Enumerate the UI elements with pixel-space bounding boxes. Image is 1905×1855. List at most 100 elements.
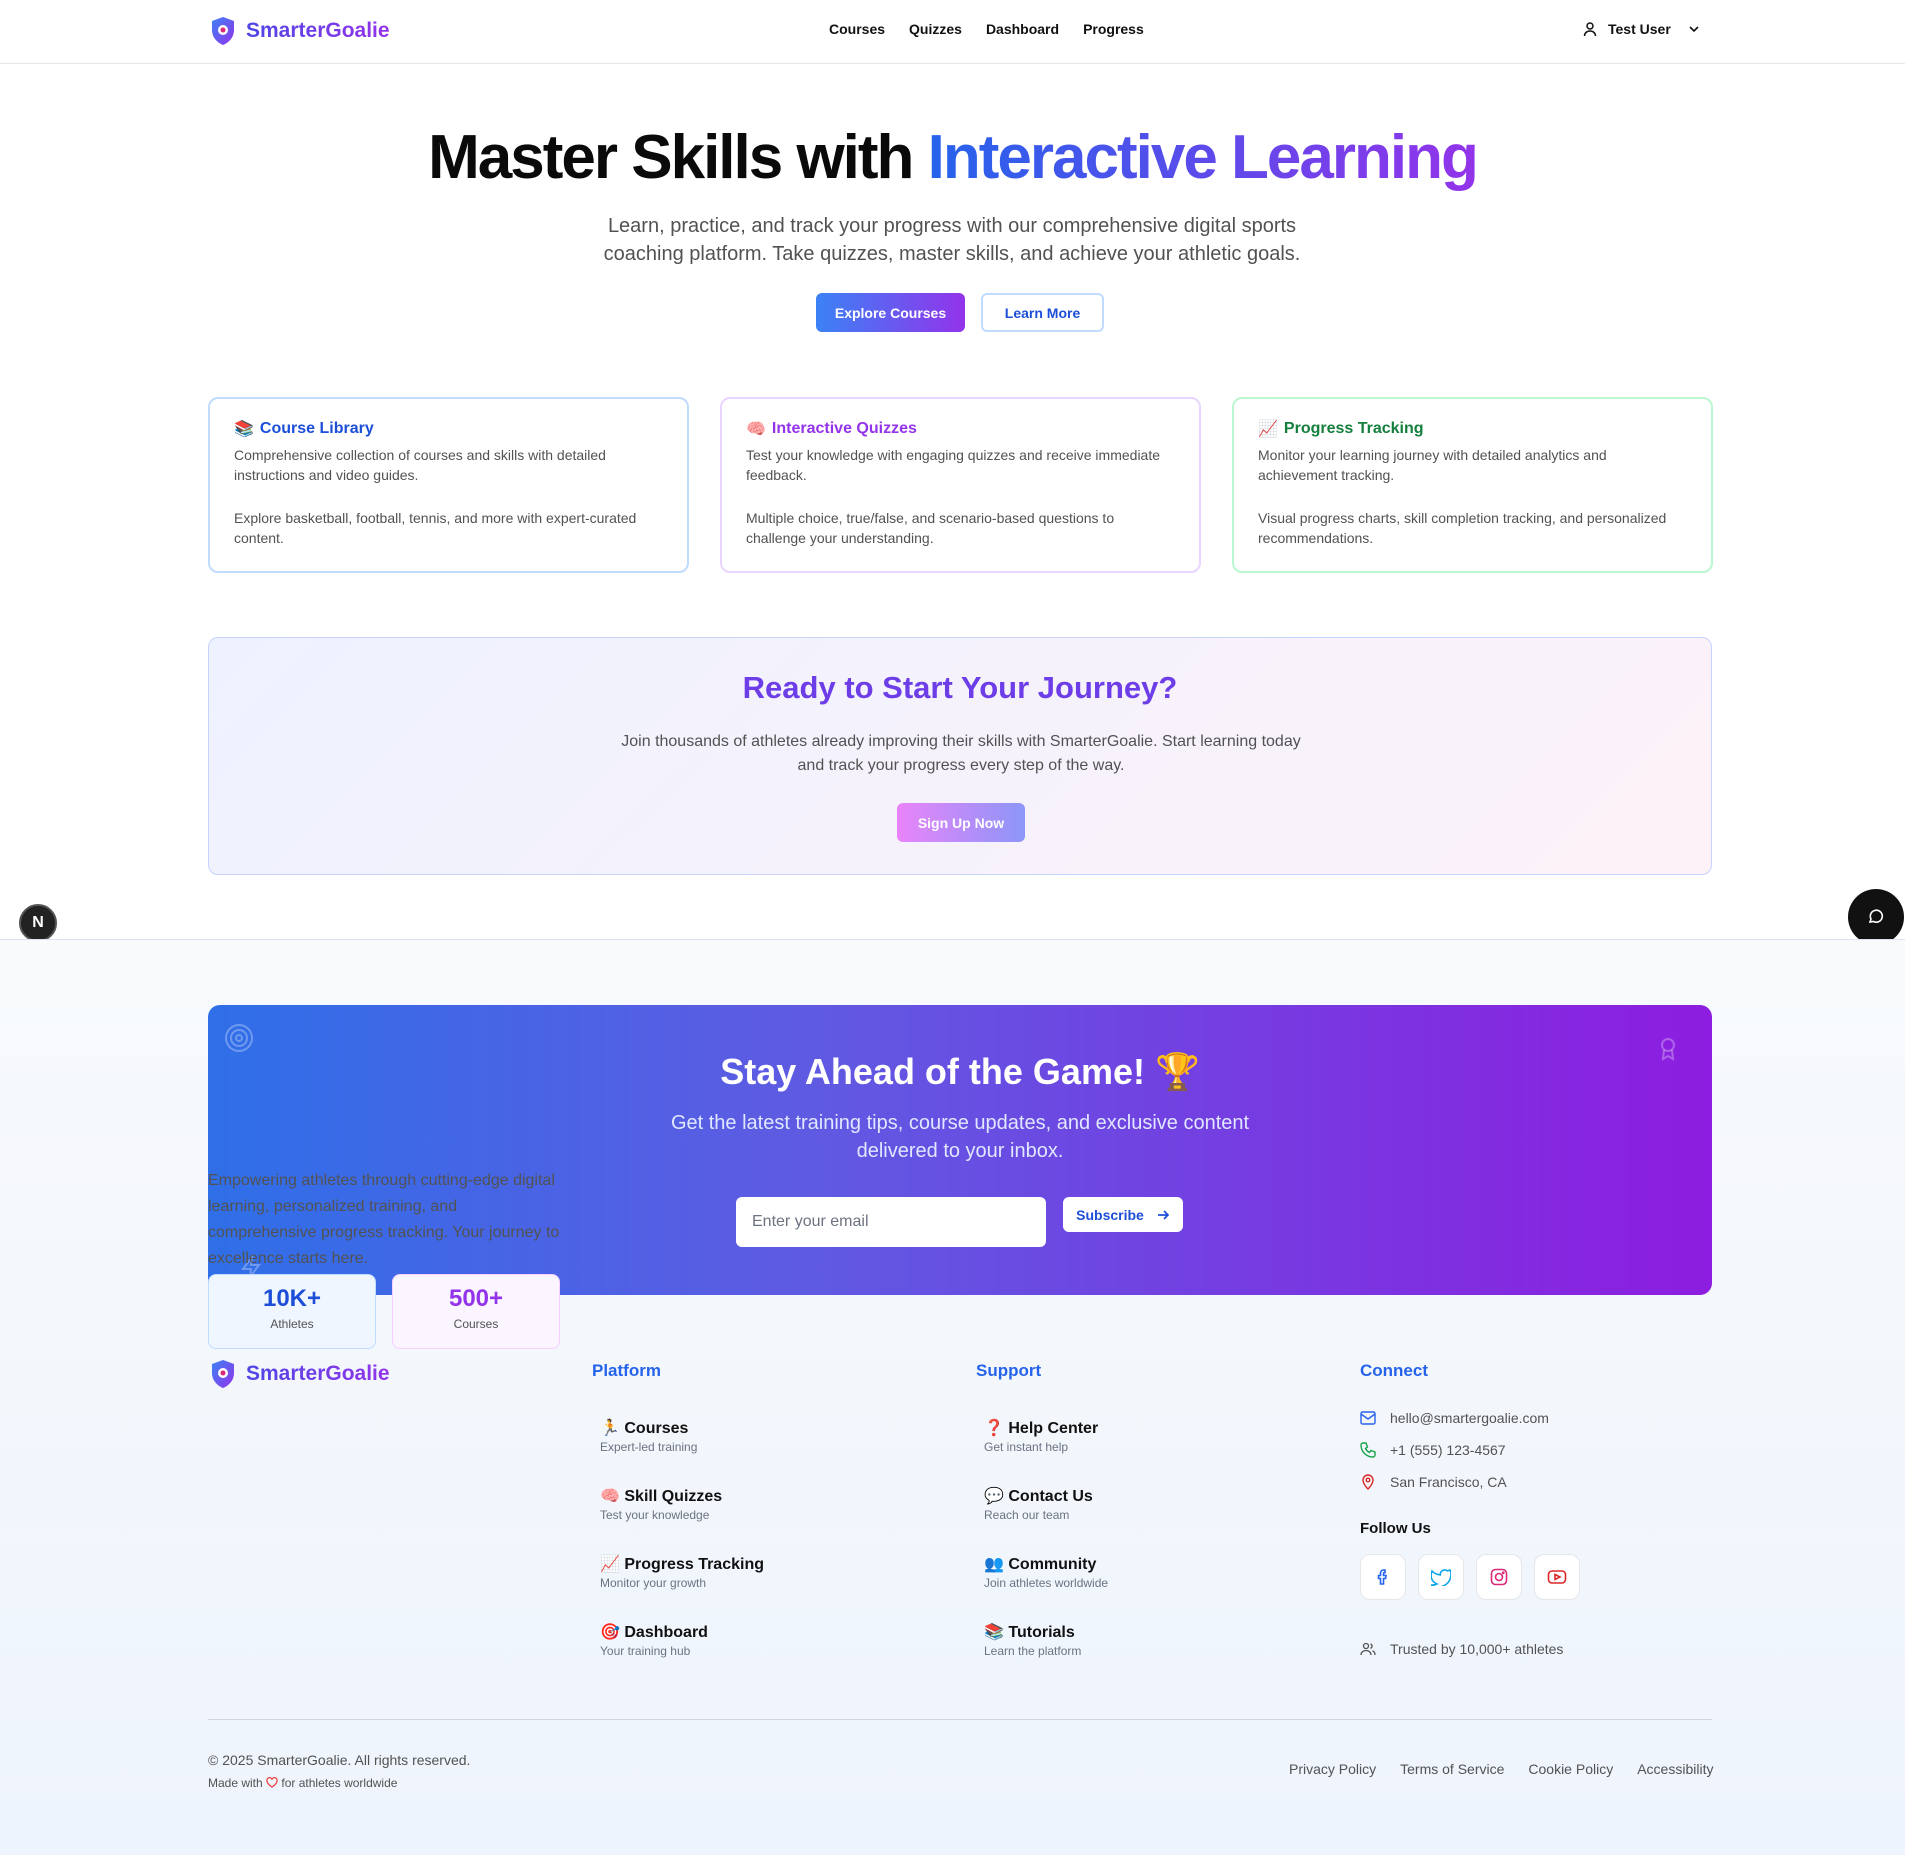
subscribe-button[interactable]: Subscribe [1063,1197,1183,1232]
user-menu[interactable]: Test User [1582,21,1701,37]
sign-up-button[interactable]: Sign Up Now [897,803,1025,842]
instagram-link[interactable] [1476,1554,1522,1600]
connect-heading: Connect [1360,1361,1428,1380]
brand-logo[interactable]: SmarterGoalie [210,16,390,46]
follow-us-heading: Follow Us [1360,1520,1431,1537]
footer-link-emoji: 🧠 [600,1488,620,1505]
contact-phone[interactable]: +1 (555) 123-4567 [1360,1442,1506,1458]
email-input[interactable] [736,1197,1046,1247]
accessibility-link[interactable]: Accessibility [1637,1761,1713,1777]
instagram-icon [1490,1568,1508,1586]
nav-quizzes[interactable]: Quizzes [909,21,962,37]
footer-link-label: Contact Us [1008,1488,1093,1505]
stat-value: 500+ [448,1285,504,1312]
mail-icon [1360,1411,1376,1425]
footer-link-emoji: 🏃 [600,1420,620,1437]
users-icon [1360,1642,1376,1656]
facebook-link[interactable] [1360,1554,1406,1600]
footer-brand-logo[interactable]: SmarterGoalie [210,1359,390,1389]
footer-link-courses[interactable]: 🏃 Courses Expert-led training [600,1418,697,1454]
facebook-icon [1377,1569,1387,1585]
twitter-link[interactable] [1418,1554,1464,1600]
footer-link-label: Skill Quizzes [624,1488,723,1505]
made-with-love: Made with for athletes worldwide [208,1776,397,1790]
footer-link-sub: Test your knowledge [600,1508,710,1522]
feature-emoji: 📚 [234,421,254,438]
footer-link-label: Progress Tracking [624,1556,764,1573]
footer-brand-name: SmarterGoalie [246,1362,390,1385]
footer-link-emoji: 💬 [984,1488,1004,1505]
footer-link-title: 🎯 Dashboard [600,1622,708,1642]
user-icon [1583,22,1597,37]
nav-progress[interactable]: Progress [1083,21,1144,37]
feature-emoji: 📈 [1258,421,1278,438]
footer-link-community[interactable]: 👥 Community Join athletes worldwide [984,1554,1108,1590]
chat-button[interactable] [1848,889,1904,945]
chevron-down-icon [1689,26,1699,33]
footer-link-dashboard[interactable]: 🎯 Dashboard Your training hub [600,1622,708,1658]
stat-athletes: 10K+ Athletes [208,1274,376,1349]
support-heading: Support [976,1361,1042,1380]
footer-link-label: Courses [624,1420,689,1437]
footer-divider [208,1719,1712,1720]
terms-of-service-link[interactable]: Terms of Service [1400,1761,1504,1777]
footer-link-skill-quizzes[interactable]: 🧠 Skill Quizzes Test your knowledge [600,1486,722,1522]
footer-link-contact-us[interactable]: 💬 Contact Us Reach our team [984,1486,1093,1522]
brand-name: SmarterGoalie [246,19,390,42]
feature-card-desc: Monitor your learning journey with detai… [1258,447,1607,483]
site-footer: Stay Ahead of the Game! 🏆 Get the latest… [0,939,1905,1855]
feature-card[interactable]: 📈 Progress Tracking Monitor your learning … [1232,397,1713,573]
journey-cta: Ready to Start Your Journey? Join thousa… [208,637,1712,875]
dev-tools-badge[interactable]: N [19,904,57,942]
feature-card-detail: Multiple choice, true/false, and scenari… [746,510,1115,546]
arrow-right-icon [1157,1209,1170,1220]
made-with-post: for athletes worldwide [281,1776,398,1790]
footer-link-title: 📚 Tutorials [984,1622,1081,1642]
feature-card[interactable]: 🧠 Interactive Quizzes Test your knowledge … [720,397,1201,573]
privacy-policy-link[interactable]: Privacy Policy [1289,1761,1376,1777]
explore-courses-button[interactable]: Explore Courses [816,293,965,332]
feature-card-title: 🧠 Interactive Quizzes [746,419,1175,439]
feature-card-title: 📈 Progress Tracking [1258,419,1687,439]
footer-link-title: 📈 Progress Tracking [600,1554,764,1574]
feature-card-desc: Test your knowledge with engaging quizze… [746,447,1161,483]
feature-title-text: Course Library [259,420,374,437]
cookie-policy-link[interactable]: Cookie Policy [1528,1761,1613,1777]
footer-link-label: Community [1008,1556,1097,1573]
feature-card-desc: Comprehensive collection of courses and … [234,447,606,483]
chat-icon [1868,909,1884,923]
youtube-icon [1547,1570,1567,1584]
footer-link-emoji: 📚 [984,1624,1004,1641]
feature-emoji: 🧠 [746,421,766,438]
stat-value: 10K+ [262,1285,322,1312]
footer-link-help-center[interactable]: ❓ Help Center Get instant help [984,1418,1098,1454]
hero-subtitle: Learn, practice, and track your progress… [603,215,1301,265]
target-icon [225,1024,253,1052]
nav-courses[interactable]: Courses [829,21,885,37]
footer-link-title: 🏃 Courses [600,1418,697,1438]
legal-links: Privacy Policy Terms of Service Cookie P… [1289,1761,1713,1777]
footer-link-sub: Learn the platform [984,1644,1082,1658]
trusted-text: Trusted by 10,000+ athletes [1390,1641,1564,1657]
feature-card[interactable]: 📚 Course Library Comprehensive collection … [208,397,689,573]
copyright: © 2025 SmarterGoalie. All rights reserve… [208,1752,471,1768]
main-nav: Courses Quizzes Dashboard Progress [829,21,1144,37]
stat-label: Courses [453,1317,499,1331]
journey-title: Ready to Start Your Journey? [742,670,1178,705]
newsletter-text: Get the latest training tips, course upd… [670,1112,1250,1162]
stat-courses: 500+ Courses [392,1274,560,1349]
footer-link-title: ❓ Help Center [984,1418,1098,1438]
contact-location-text: San Francisco, CA [1390,1474,1507,1490]
footer-link-tutorials[interactable]: 📚 Tutorials Learn the platform [984,1622,1081,1658]
footer-link-title: 🧠 Skill Quizzes [600,1486,722,1506]
phone-icon [1360,1442,1376,1458]
learn-more-button[interactable]: Learn More [981,293,1104,332]
contact-email[interactable]: hello@smartergoalie.com [1360,1410,1549,1426]
footer-link-title: 👥 Community [984,1554,1108,1574]
nav-dashboard[interactable]: Dashboard [986,21,1059,37]
location-pin-icon [1362,1474,1374,1490]
footer-link-progress-tracking[interactable]: 📈 Progress Tracking Monitor your growth [600,1554,764,1590]
subscribe-label: Subscribe [1076,1206,1144,1223]
twitter-icon [1431,1568,1451,1586]
youtube-link[interactable] [1534,1554,1580,1600]
